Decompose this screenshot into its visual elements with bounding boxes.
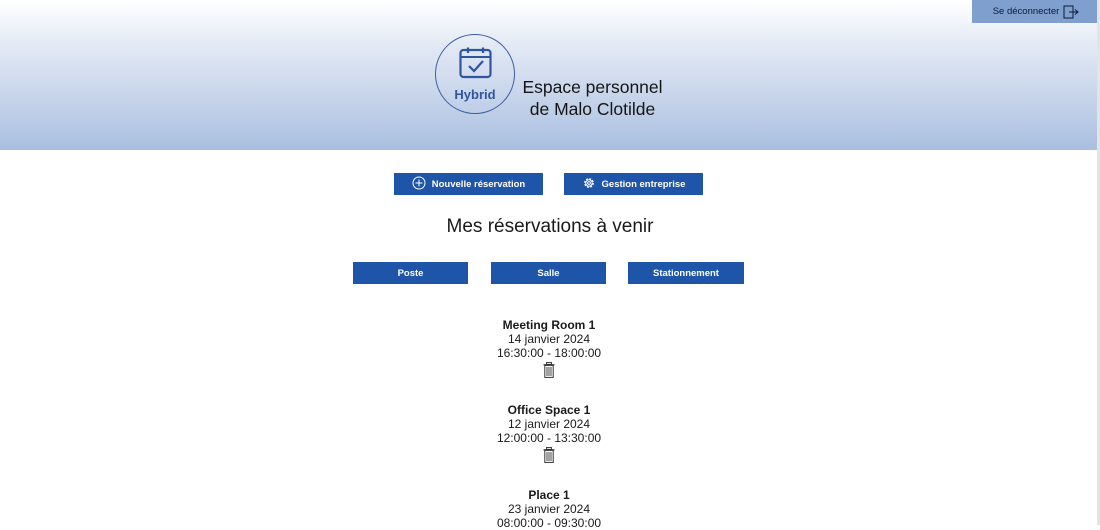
- filter-desk-label: Poste: [397, 267, 424, 279]
- company-management-button[interactable]: Gestion entreprise: [564, 173, 703, 195]
- reservation-date: 23 janvier 2024: [507, 502, 591, 516]
- filter-room-button[interactable]: Salle: [491, 262, 606, 284]
- logout-button[interactable]: Se déconnecter: [972, 0, 1100, 23]
- reservation-time: 12:00:00 - 13:30:00: [496, 431, 602, 445]
- reservation-name: Office Space 1: [507, 403, 591, 417]
- logo-text: Hybrid: [454, 87, 496, 102]
- filter-desk-button[interactable]: Poste: [353, 262, 468, 284]
- reservation-item: Office Space 1 12 janvier 2024 12:00:00 …: [449, 403, 649, 463]
- page-title: Espace personnel de Malo Clotilde: [515, 76, 670, 120]
- reservation-time: 16:30:00 - 18:00:00: [496, 346, 602, 360]
- page-title-line-2: de Malo Clotilde: [529, 99, 656, 119]
- page-title-line-1: Espace personnel: [522, 77, 663, 97]
- reservation-name: Place 1: [528, 488, 570, 502]
- new-reservation-label: Nouvelle réservation: [431, 178, 526, 190]
- app-logo: Hybrid: [435, 34, 515, 114]
- filter-room-label: Salle: [537, 267, 560, 279]
- logout-icon: [1063, 5, 1080, 19]
- trash-icon: [543, 362, 555, 378]
- filter-parking-label: Stationnement: [653, 267, 719, 279]
- section-title: Mes réservations à venir: [446, 216, 654, 237]
- reservation-name: Meeting Room 1: [502, 318, 596, 332]
- reservation-date: 12 janvier 2024: [507, 417, 591, 431]
- reservation-item: Meeting Room 1 14 janvier 2024 16:30:00 …: [449, 318, 649, 378]
- gear-icon: [582, 176, 596, 193]
- trash-icon: [543, 447, 555, 463]
- new-reservation-button[interactable]: Nouvelle réservation: [394, 173, 543, 195]
- header-banner: Se déconnecter Hybrid Espace personnel d…: [0, 0, 1100, 150]
- delete-reservation-button[interactable]: [449, 362, 649, 378]
- company-management-label: Gestion entreprise: [601, 178, 686, 190]
- delete-reservation-button[interactable]: [449, 447, 649, 463]
- reservation-date: 14 janvier 2024: [507, 332, 591, 346]
- logout-label: Se déconnecter: [992, 6, 1060, 17]
- reservation-time: 08:00:00 - 09:30:00: [496, 516, 602, 530]
- plus-circle-icon: [412, 176, 426, 193]
- reservation-item: Place 1 23 janvier 2024 08:00:00 - 09:30…: [449, 488, 649, 530]
- filter-parking-button[interactable]: Stationnement: [628, 262, 744, 284]
- calendar-check-icon: [459, 47, 492, 79]
